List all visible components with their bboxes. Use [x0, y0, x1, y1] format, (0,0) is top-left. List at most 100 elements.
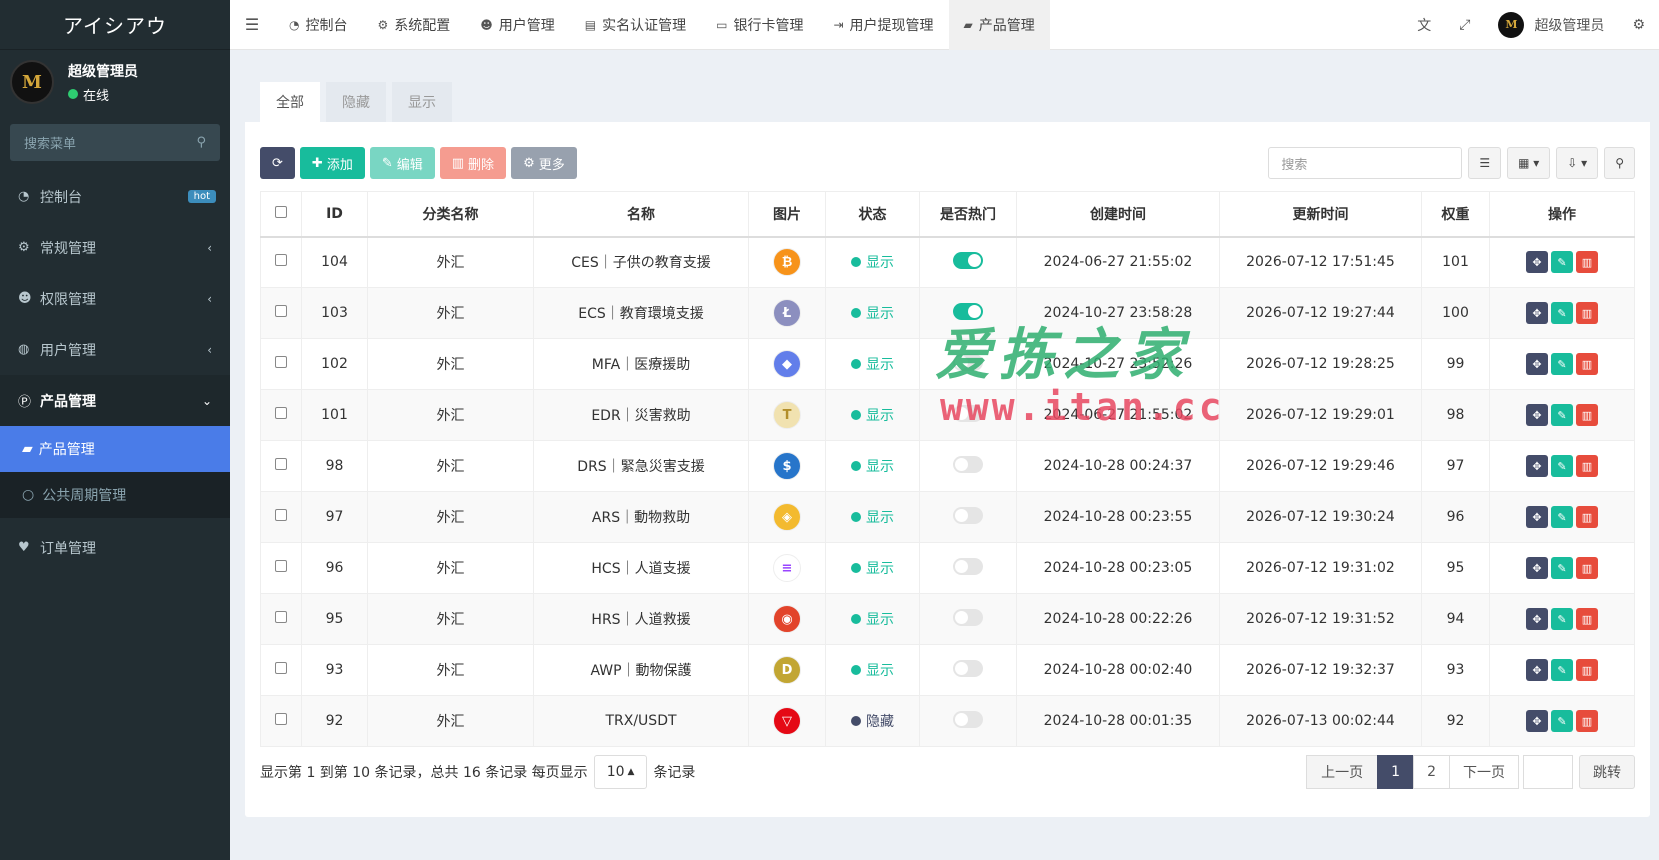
row-edit-button[interactable]: ✎ — [1551, 608, 1573, 630]
sidebar-subitem-product-manage[interactable]: ▰ 产品管理 — [0, 426, 230, 472]
drag-sort-button[interactable]: ✥ — [1526, 353, 1548, 375]
table-row[interactable]: 104 外汇 CES｜子供の教育支援 ₿ 显示 2024-06-27 21:55:02 20… — [260, 236, 1635, 288]
binance-icon[interactable]: ◈ — [773, 503, 801, 531]
add-button[interactable]: ✚ 添加 — [299, 147, 365, 179]
dogecoin-icon[interactable]: D — [773, 656, 801, 684]
drag-sort-button[interactable]: ✥ — [1526, 506, 1548, 528]
col-category[interactable]: 分类名称 — [367, 191, 534, 238]
select-all-checkbox[interactable] — [275, 205, 287, 218]
drag-sort-button[interactable]: ✥ — [1526, 404, 1548, 426]
tab-hidden[interactable]: 隐藏 — [326, 82, 386, 122]
more-button[interactable]: ⚙ 更多 — [511, 147, 577, 179]
row-edit-button[interactable]: ✎ — [1551, 353, 1573, 375]
row-checkbox[interactable] — [275, 458, 287, 470]
topnav-withdraw[interactable]: ⇥ 用户提现管理 — [818, 0, 948, 50]
row-delete-button[interactable]: ▥ — [1576, 251, 1598, 274]
sidebar-item-dashboard[interactable]: ◔ 控制台 hot — [0, 171, 230, 222]
table-row[interactable]: 95 外汇 HRS｜人道救援 ◉ 显示 2024-10-28 00:22:26 2026-0… — [260, 593, 1635, 645]
col-hot[interactable]: 是否热门 — [919, 191, 1017, 238]
toggle-view-button[interactable]: ☰ — [1468, 147, 1502, 179]
topnav-bankcard[interactable]: ▭ 银行卡管理 — [701, 0, 818, 50]
table-row[interactable]: 97 外汇 ARS｜動物救助 ◈ 显示 2024-10-28 00:23:55 2026-0… — [260, 491, 1635, 543]
row-checkbox[interactable] — [275, 509, 287, 521]
shiba-icon[interactable]: ◉ — [773, 605, 801, 633]
drag-sort-button[interactable]: ✥ — [1526, 659, 1548, 681]
drag-sort-button[interactable]: ✥ — [1526, 608, 1548, 630]
col-created[interactable]: 创建时间 — [1016, 191, 1220, 238]
sidebar-item-auth[interactable]: ☻ 权限管理 ‹ — [0, 273, 230, 324]
fullscreen-icon[interactable]: ⤢ — [1445, 0, 1484, 50]
menu-search-input[interactable]: 搜索菜单 ⚲ — [10, 124, 220, 161]
topnav-system-config[interactable]: ⚙ 系统配置 — [362, 0, 465, 50]
row-edit-button[interactable]: ✎ — [1551, 251, 1573, 274]
row-edit-button[interactable]: ✎ — [1551, 455, 1573, 477]
row-delete-button[interactable]: ▥ — [1576, 506, 1598, 528]
col-name[interactable]: 名称 — [533, 191, 749, 238]
row-edit-button[interactable]: ✎ — [1551, 659, 1573, 681]
row-checkbox[interactable] — [275, 662, 287, 674]
row-delete-button[interactable]: ▥ — [1576, 404, 1598, 426]
export-button[interactable]: ⇩ ▾ — [1556, 147, 1599, 179]
row-checkbox[interactable] — [275, 560, 287, 572]
row-checkbox[interactable] — [275, 407, 287, 419]
drag-sort-button[interactable]: ✥ — [1526, 455, 1548, 477]
bitcoin-icon[interactable]: ₿ — [773, 248, 801, 277]
hot-toggle[interactable] — [953, 710, 983, 728]
hot-toggle[interactable] — [953, 302, 983, 320]
sidebar-item-orders[interactable]: ♥ 订单管理 — [0, 522, 230, 573]
edit-button[interactable]: ✎ 编辑 — [369, 147, 435, 179]
sidebar-item-products[interactable]: Ⓟ 产品管理 ⌄ — [0, 375, 230, 426]
col-weight[interactable]: 权重 — [1421, 191, 1490, 238]
sidebar-item-users[interactable]: ◍ 用户管理 ‹ — [0, 324, 230, 375]
topnav-user-manage[interactable]: ☻ 用户管理 — [465, 0, 570, 50]
hot-toggle[interactable] — [953, 353, 983, 371]
litecoin-icon[interactable]: Ł — [773, 299, 801, 327]
search-icon[interactable]: ⚲ — [196, 135, 206, 150]
table-row[interactable]: 92 外汇 TRX/USDT ▽ 隐藏 2024-10-28 00:01:35 2026-0… — [260, 695, 1635, 747]
delete-button[interactable]: ▥ 删除 — [439, 147, 507, 179]
row-edit-button[interactable]: ✎ — [1551, 404, 1573, 426]
search-button[interactable]: ⚲ — [1604, 147, 1635, 179]
row-edit-button[interactable]: ✎ — [1551, 506, 1573, 528]
topnav-product[interactable]: ▰ 产品管理 — [948, 0, 1050, 50]
row-checkbox[interactable] — [275, 305, 287, 317]
row-edit-button[interactable]: ✎ — [1551, 710, 1573, 732]
row-checkbox[interactable] — [275, 713, 287, 725]
sidebar-subitem-cycle-manage[interactable]: ○ 公共周期管理 — [0, 472, 230, 518]
refresh-button[interactable]: ⟳ — [260, 147, 295, 179]
ethereum-icon[interactable]: ◆ — [773, 350, 801, 378]
admin-menu[interactable]: M 超级管理员 — [1484, 0, 1618, 50]
hot-toggle[interactable] — [953, 251, 983, 269]
translate-icon[interactable]: 文 — [1403, 0, 1445, 50]
sidebar-item-general[interactable]: ⚙ 常规管理 ‹ — [0, 222, 230, 273]
tether-gold-icon[interactable]: T — [773, 401, 801, 429]
row-edit-button[interactable]: ✎ — [1551, 557, 1573, 579]
jump-page-input[interactable] — [1523, 755, 1573, 789]
hot-toggle[interactable] — [953, 404, 983, 422]
row-checkbox[interactable] — [275, 254, 287, 267]
drag-sort-button[interactable]: ✥ — [1526, 710, 1548, 732]
tab-shown[interactable]: 显示 — [392, 82, 452, 122]
col-image[interactable]: 图片 — [748, 191, 826, 238]
topnav-realname[interactable]: ▤ 实名认证管理 — [570, 0, 701, 50]
drag-sort-button[interactable]: ✥ — [1526, 302, 1548, 324]
table-row[interactable]: 102 外汇 MFA｜医療援助 ◆ 显示 2024-10-27 23:52:26 2026-… — [260, 338, 1635, 390]
row-delete-button[interactable]: ▥ — [1576, 353, 1598, 375]
tron-icon[interactable]: ▽ — [773, 707, 801, 735]
hot-toggle[interactable] — [953, 557, 983, 575]
app-logo[interactable]: アイシアウ — [0, 0, 230, 50]
topnav-dashboard[interactable]: ◔ 控制台 — [274, 0, 362, 50]
drag-sort-button[interactable]: ✥ — [1526, 251, 1548, 274]
hot-toggle[interactable] — [953, 659, 983, 677]
jump-button[interactable]: 跳转 — [1579, 755, 1635, 789]
row-delete-button[interactable]: ▥ — [1576, 302, 1598, 324]
usdc-icon[interactable]: $ — [773, 452, 801, 480]
page-size-select[interactable]: 10 ▲ — [593, 755, 648, 789]
prev-page-button[interactable]: 上一页 — [1306, 755, 1379, 789]
settings-icon[interactable]: ⚙ — [1618, 0, 1659, 50]
tab-all[interactable]: 全部 — [260, 82, 320, 122]
col-updated[interactable]: 更新时间 — [1219, 191, 1422, 238]
col-id[interactable]: ID — [301, 191, 368, 238]
row-edit-button[interactable]: ✎ — [1551, 302, 1573, 324]
row-checkbox[interactable] — [275, 356, 287, 368]
